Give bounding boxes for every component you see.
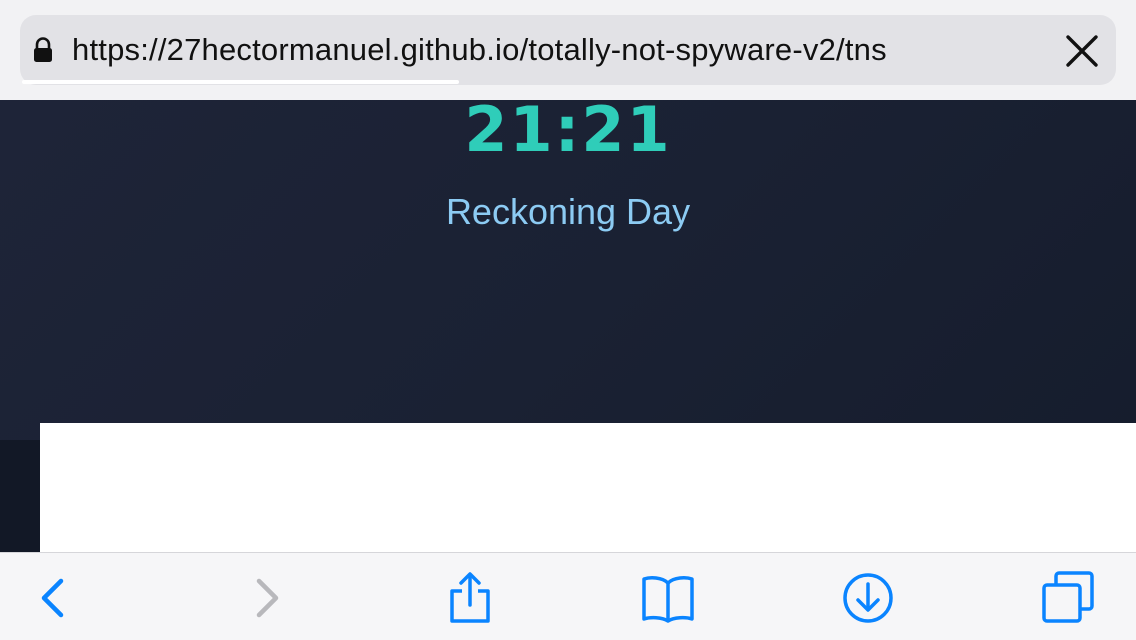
book-icon xyxy=(642,576,694,623)
chevron-right-icon xyxy=(256,578,279,618)
top-address-bar: https://27hectormanuel.github.io/totally… xyxy=(0,0,1136,100)
close-icon xyxy=(1066,35,1098,67)
share-button[interactable] xyxy=(440,567,500,627)
clock-time: 21:21 xyxy=(464,100,672,166)
tabs-button[interactable] xyxy=(1038,567,1098,627)
safari-window: https://27hectormanuel.github.io/totally… xyxy=(0,0,1136,640)
day-subtitle: Reckoning Day xyxy=(445,191,691,232)
url-text[interactable]: https://27hectormanuel.github.io/totally… xyxy=(72,30,1052,70)
tabs-icon xyxy=(1042,571,1094,623)
bottom-toolbar xyxy=(0,552,1136,640)
downloads-button[interactable] xyxy=(838,567,898,627)
share-icon xyxy=(450,572,490,623)
lock-icon xyxy=(34,37,52,62)
bookmarks-button[interactable] xyxy=(638,567,698,627)
forward-button[interactable] xyxy=(238,567,298,627)
back-button[interactable] xyxy=(22,567,82,627)
url-fade xyxy=(1010,30,1052,70)
close-button[interactable] xyxy=(1060,29,1104,73)
white-content-panel xyxy=(40,423,1136,552)
web-content: 21:21 Reckoning Day xyxy=(0,100,1136,552)
chevron-left-icon xyxy=(41,578,64,618)
left-dark-strip xyxy=(0,440,40,552)
download-icon xyxy=(843,573,893,623)
page-load-progress xyxy=(22,80,459,84)
